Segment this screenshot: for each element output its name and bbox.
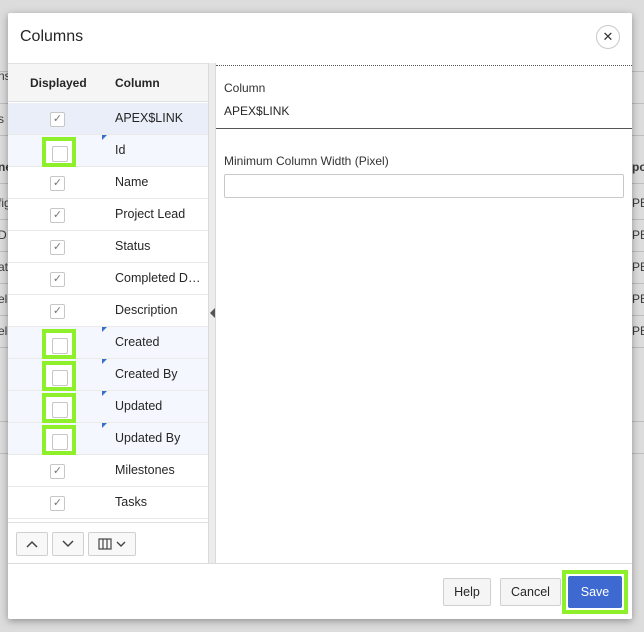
table-row[interactable]: ✓ APEX$LINK [8, 103, 208, 135]
collapse-left-icon[interactable] [210, 308, 215, 318]
table-row[interactable]: Updated [8, 391, 208, 423]
columns-list-panel: Displayed Column ✓ APEX$LINK Id ✓ Name ✓ Proje… [8, 63, 208, 563]
columns-menu-button[interactable] [88, 532, 136, 556]
save-button[interactable]: Save [568, 576, 622, 608]
column-name: Description [115, 303, 178, 317]
table-row[interactable]: Created By [8, 359, 208, 391]
header-displayed: Displayed [30, 76, 87, 90]
columns-table-body: ✓ APEX$LINK Id ✓ Name ✓ Project Lead ✓ Status ✓ Co… [8, 103, 208, 519]
table-row[interactable]: ✓ Status [8, 231, 208, 263]
bg-cell: at [0, 260, 9, 274]
column-name: Milestones [115, 463, 175, 477]
table-row[interactable]: ✓ Tasks [8, 487, 208, 519]
displayed-checkbox[interactable]: ✓ [50, 272, 65, 287]
table-row[interactable]: Created [8, 327, 208, 359]
columns-table-header: Displayed Column [8, 64, 208, 102]
table-row[interactable]: ✓ Milestones [8, 455, 208, 487]
column-name: Created By [115, 367, 178, 381]
displayed-checkbox[interactable]: ✓ [50, 240, 65, 255]
displayed-checkbox[interactable]: ✓ [50, 112, 65, 127]
move-up-button[interactable] [16, 532, 48, 556]
displayed-checkbox[interactable] [42, 361, 76, 391]
bg-cell: PE [632, 196, 644, 210]
column-name: Updated By [115, 431, 181, 445]
displayed-checkbox[interactable] [42, 329, 76, 359]
column-name: APEX$LINK [115, 111, 184, 125]
bg-cell: PE [632, 292, 644, 306]
dialog-title: Columns [20, 28, 84, 45]
column-label: Column [224, 81, 266, 95]
columns-dialog: Columns ✕ Displayed Column ✓ APEX$LINK Id ✓… [8, 13, 632, 619]
header-column: Column [115, 76, 160, 90]
bg-cell: PE [632, 260, 644, 274]
column-name: Project Lead [115, 207, 186, 221]
cancel-button[interactable]: Cancel [500, 578, 561, 606]
dialog-footer: Help Cancel Save [8, 563, 632, 619]
displayed-checkbox[interactable] [42, 425, 76, 455]
column-name: Tasks [115, 495, 147, 509]
table-row[interactable]: ✓ Project Lead [8, 199, 208, 231]
column-name: Name [115, 175, 149, 189]
displayed-checkbox[interactable]: ✓ [50, 496, 65, 511]
modified-indicator-icon [102, 423, 107, 428]
column-name: Updated [115, 399, 163, 413]
table-row[interactable]: Id [8, 135, 208, 167]
help-button[interactable]: Help [443, 578, 491, 606]
column-name: Created [115, 335, 160, 349]
bg-cell: po [632, 160, 644, 174]
column-name: Id [115, 143, 126, 157]
bg-cell: PE [632, 228, 644, 242]
bg-cell: s [0, 112, 4, 126]
displayed-checkbox[interactable]: ✓ [50, 304, 65, 319]
close-button[interactable]: ✕ [596, 25, 620, 49]
panel-splitter[interactable] [208, 63, 216, 563]
column-info: Column APEX$LINK [216, 65, 632, 129]
displayed-checkbox[interactable]: ✓ [50, 176, 65, 191]
column-value: APEX$LINK [224, 104, 290, 118]
column-detail-panel: Column APEX$LINK Minimum Column Width (P… [216, 63, 632, 563]
displayed-checkbox[interactable] [42, 393, 76, 423]
displayed-checkbox[interactable]: ✓ [50, 208, 65, 223]
chevron-down-icon [116, 541, 126, 547]
modified-indicator-icon [102, 327, 107, 332]
bg-cell: PE [632, 324, 644, 338]
move-down-button[interactable] [52, 532, 84, 556]
column-name: Completed Date [115, 271, 201, 285]
columns-toolbar [8, 522, 208, 564]
table-row[interactable]: ✓ Name [8, 167, 208, 199]
close-icon: ✕ [602, 29, 614, 44]
min-width-label: Minimum Column Width (Pixel) [224, 154, 389, 168]
min-width-input[interactable] [224, 174, 624, 198]
modified-indicator-icon [102, 359, 107, 364]
save-highlight: Save [562, 570, 628, 614]
modified-indicator-icon [102, 391, 107, 396]
table-row[interactable]: ✓ Description [8, 295, 208, 327]
bg-cell: D [0, 228, 7, 242]
column-name: Status [115, 239, 151, 253]
chevron-down-icon [62, 540, 74, 548]
chevron-up-icon [26, 540, 38, 548]
columns-icon [98, 538, 112, 550]
table-row[interactable]: ✓ Completed Date [8, 263, 208, 295]
table-row[interactable]: Updated By [8, 423, 208, 455]
dialog-header: Columns ✕ [8, 13, 632, 63]
displayed-checkbox[interactable] [42, 137, 76, 167]
displayed-checkbox[interactable]: ✓ [50, 464, 65, 479]
modified-indicator-icon [102, 135, 107, 140]
